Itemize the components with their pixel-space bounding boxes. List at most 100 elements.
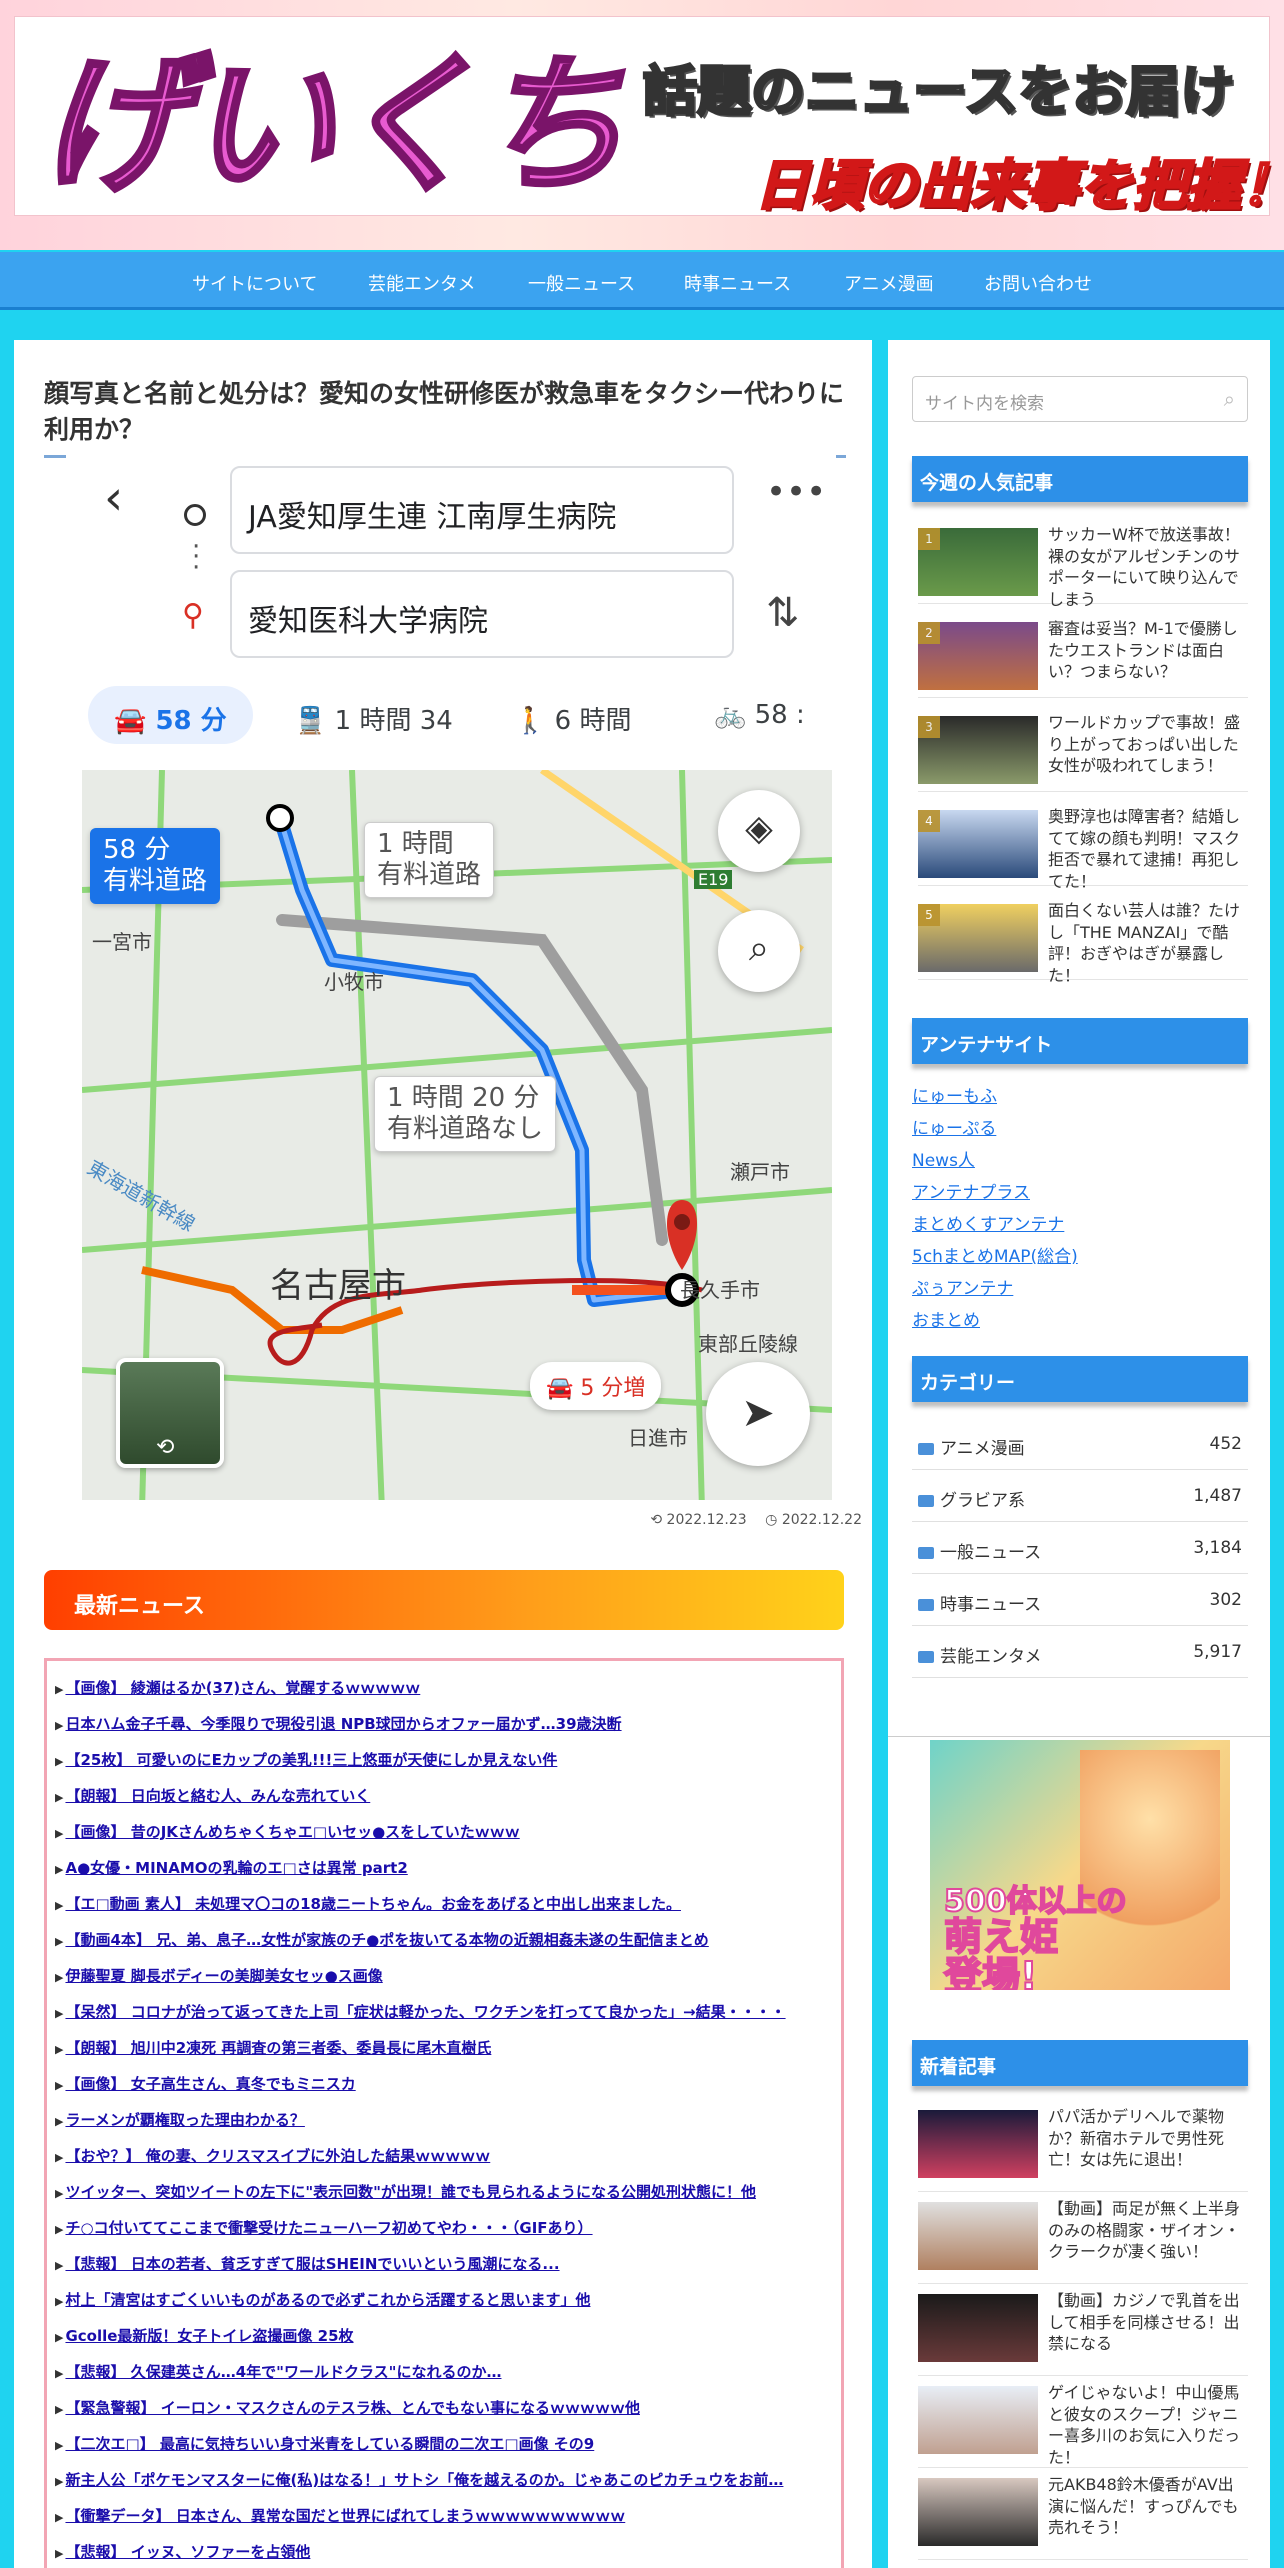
published-date: ◷ 2022.12.22 [765, 1512, 862, 1528]
new-post-thumbnail[interactable] [918, 2202, 1038, 2270]
new-post-thumbnail[interactable] [918, 2386, 1038, 2454]
article-map-screenshot: ‹ · · · ⚲ JA愛知厚生連 江南厚生病院 愛知医科大学病院 ••• ⇅ 🚘 … [66, 450, 836, 1500]
latest-news-item[interactable]: 伊藤聖夏 脚長ボディーの美脚美女セッ●ス画像 [55, 1959, 833, 1995]
map-label-nagakute: 長久手市 [680, 1278, 760, 1302]
antenna-link[interactable]: おまとめ [912, 1306, 980, 1331]
nav-anime-manga[interactable]: アニメ漫画 [844, 270, 934, 296]
latest-news-item[interactable]: 【動画4本】 兄、弟、息子…女性が家族のチ●ポを抜いてる本物の近親相姦未遂の生配… [55, 1923, 833, 1959]
latest-news-list: 【画像】 綾瀬はるか(37)さん、覚醒するｗｗｗｗｗ日本ハム金子千尋、今季限りで… [44, 1658, 844, 2568]
popular-heading: 今週の人気記事 [912, 456, 1248, 502]
antenna-link[interactable]: アンテナプラス [912, 1178, 1030, 1203]
rank-badge: 1 [918, 528, 940, 550]
new-post-thumbnail[interactable] [918, 2294, 1038, 2362]
popular-title[interactable]: サッカーW杯で放送事故！裸の女がアルゼンチンのサポーターにいて映り込んでしまう [1048, 524, 1248, 610]
new-post-title[interactable]: ゲイじゃないよ！中山優馬と彼女のスクープ！ジャニー喜多川のお気に入りだった！ [1048, 2382, 1248, 2468]
latest-news-item[interactable]: ツイッター、突如ツイートの左下に"表示回数"が出現！誰でも見られるようになる公開… [55, 2175, 833, 2211]
popular-item[interactable]: 2 審査は妥当？M-1で優勝したウエストランドは面白い？つまらない？ [918, 616, 1248, 698]
map-label-nagoya: 名古屋市 [270, 1266, 406, 1306]
popular-item[interactable]: 3 ワールドカップで事故！盛り上がっておっぱい出した女性が吸われてしまう！ [918, 710, 1248, 792]
map-label-tobu-line: 東部丘陵線 [698, 1332, 798, 1356]
map-label-e19: E19 [694, 870, 733, 889]
antenna-link[interactable]: まとめくすアンテナ [912, 1210, 1064, 1235]
category-item[interactable]: 時事ニュース 302 [912, 1574, 1248, 1626]
antenna-link[interactable]: にゅーもふ [912, 1082, 997, 1107]
map-label-nisshin: 日進市 [628, 1426, 688, 1450]
popular-item[interactable]: 5 面白くない芸人は誰？たけし「THE MANZAI」で酷評！おぎやはぎが暴露した… [918, 898, 1248, 985]
category-item[interactable]: 一般ニュース 3,184 [912, 1522, 1248, 1574]
delay-chip: 🚘 5 分増 [530, 1362, 662, 1410]
route-bubble-alt1: 1 時間 有料道路 [364, 822, 495, 899]
new-post-thumbnail[interactable] [918, 2478, 1038, 2546]
latest-news-item[interactable]: 新主人公「ポケモンマスターに俺(私)はなる！」サトシ「俺を越えるのか。じゃあこの… [55, 2463, 833, 2499]
latest-news-item[interactable]: 【悲報】 日本の若者、貧乏すぎて服はSHEINでいいという風潮になる... [55, 2247, 833, 2283]
latest-news-item[interactable]: ラーメンが覇権取った理由わかる？ [55, 2103, 833, 2139]
latest-news-item[interactable]: 日本ハム金子千尋、今季限りで現役引退 NPB球団からオファー届かず…39歳決断 [55, 1707, 833, 1743]
article-title: 顔写真と名前と処分は？愛知の女性研修医が救急車をタクシー代わりに利用か？ [44, 376, 846, 458]
latest-news-item[interactable]: 【25枚】 可愛いのにEカップの美乳!!!三上悠亜が天使にしか見えない件 [55, 1743, 833, 1779]
new-post-item[interactable]: 【動画】カジノで乳首を出して相手を同様させる！出禁になる [918, 2288, 1248, 2376]
ad-banner[interactable]: 500体以上の 萌え姫 登場! [930, 1740, 1230, 1990]
new-post-title[interactable]: 【動画】両足が無く上半身のみの格闘家・ザイオン・クラークが凄く強い！ [1048, 2198, 1248, 2263]
popular-title[interactable]: 奥野淳也は障害者？結婚してて嫁の顔も判明！マスク拒否で暴れて逮捕！再犯してた！ [1048, 806, 1248, 892]
latest-news-item[interactable]: 【朗報】 日向坂と絡む人、みんな売れていく [55, 1779, 833, 1815]
popular-title[interactable]: 面白くない芸人は誰？たけし「THE MANZAI」で酷評！おぎやはぎが暴露した！ [1048, 900, 1248, 986]
origin-field: JA愛知厚生連 江南厚生病院 [230, 466, 734, 554]
popular-title[interactable]: 審査は妥当？M-1で優勝したウエストランドは面白い？つまらない？ [1048, 618, 1248, 683]
category-name[interactable]: 芸能エンタメ [940, 1647, 1042, 1667]
category-item[interactable]: 芸能エンタメ 5,917 [912, 1626, 1248, 1678]
antenna-link[interactable]: ぷぅアンテナ [912, 1274, 1013, 1299]
category-item[interactable]: グラビア系 1,487 [912, 1470, 1248, 1522]
latest-news-item[interactable]: チ○コ付いててここまで衝撃受けたニューハーフ初めてやわ・・・（GIFあり） [55, 2211, 833, 2247]
popular-title[interactable]: ワールドカップで事故！盛り上がっておっぱい出した女性が吸われてしまう！ [1048, 712, 1248, 777]
new-post-item[interactable]: 【動画】両足が無く上半身のみの格闘家・ザイオン・クラークが凄く強い！ [918, 2196, 1248, 2284]
popular-item[interactable]: 1 サッカーW杯で放送事故！裸の女がアルゼンチンのサポーターにいて映り込んでしまう [918, 522, 1248, 609]
tagline-primary: 話題のニュースをお届け [641, 59, 1235, 125]
rank-badge: 3 [918, 716, 940, 738]
latest-news-item[interactable]: 【画像】 綾瀬はるか(37)さん、覚醒するｗｗｗｗｗ [55, 1671, 833, 1707]
antenna-link[interactable]: 5chまとめMAP(総合) [912, 1242, 1078, 1267]
latest-news-item[interactable]: 【呆然】 コロナが治って返ってきた上司「症状は軽かった、ワクチンを打ってて良かっ… [55, 1995, 833, 2031]
latest-news-item[interactable]: 【エ□動画 素人】 未処理マ〇コの18歳ニートちゃん。お金をあげると中出し出来ま… [55, 1887, 833, 1923]
tagline-secondary: 日頃の出来事を把握！ [754, 153, 1284, 219]
latest-news-item[interactable]: 【悲報】 イッヌ、ソファーを占領他 [55, 2535, 833, 2568]
nav-about[interactable]: サイトについて [192, 270, 317, 296]
global-nav: サイトについて 芸能エンタメ 一般ニュース 時事ニュース アニメ漫画 お問い合わ… [0, 252, 1284, 310]
mode-walk: 🚶 6 時間 [514, 706, 632, 736]
nav-current-news[interactable]: 時事ニュース [684, 270, 791, 296]
latest-news-item[interactable]: 【二次エ□】 最高に気持ちいい身寸米青をしている瞬間の二次エ□画像 その9 [55, 2427, 833, 2463]
antenna-link[interactable]: News人 [912, 1146, 975, 1171]
latest-news-item[interactable]: 【朗報】 旭川中2凍死 再調査の第三者委、委員長に尾木直樹氏 [55, 2031, 833, 2067]
latest-news-item[interactable]: A●女優・MINAMOの乳輪のエ□さは異常 part2 [55, 1851, 833, 1887]
header-banner[interactable]: げいくち 話題のニュースをお届け 日頃の出来事を把握！ [14, 16, 1284, 219]
category-count: 5,917 [1193, 1642, 1242, 1662]
latest-news-item[interactable]: 【衝撃データ】 日本さん、異常な国だと世界にばれてしまうｗｗｗｗｗｗｗｗｗｗ [55, 2499, 833, 2535]
new-post-title[interactable]: パパ活かデリヘルで薬物か？新宿ホテルで男性死亡！女は先に退出！ [1048, 2106, 1248, 2171]
category-name[interactable]: グラビア系 [940, 1491, 1025, 1511]
latest-news-item[interactable]: 【画像】 昔のJKさんめちゃくちゃエ□いセッ●スをしていたｗｗｗ [55, 1815, 833, 1851]
new-post-item[interactable]: ゲイじゃないよ！中山優馬と彼女のスクープ！ジャニー喜多川のお気に入りだった！ [918, 2380, 1248, 2468]
nav-general-news[interactable]: 一般ニュース [528, 270, 635, 296]
latest-news-item[interactable]: Gcolle最新版！女子トイレ盗撮画像 25枚 [55, 2319, 833, 2355]
category-name[interactable]: 一般ニュース [940, 1543, 1041, 1563]
category-name[interactable]: アニメ漫画 [940, 1439, 1025, 1459]
nav-entertainment[interactable]: 芸能エンタメ [368, 270, 475, 296]
latest-news-item[interactable]: 【画像】 女子高生さん、真冬でもミニスカ [55, 2067, 833, 2103]
popular-item[interactable]: 4 奥野淳也は障害者？結婚してて嫁の顔も判明！マスク拒否で暴れて逮捕！再犯してた！ [918, 804, 1248, 891]
category-item[interactable]: アニメ漫画 452 [912, 1418, 1248, 1470]
latest-news-item[interactable]: 【悲報】 久保建英さん…4年で"ワールドクラス"になれるのか… [55, 2355, 833, 2391]
search-icon[interactable]: ⌕ [1224, 387, 1235, 411]
new-post-title[interactable]: 【動画】カジノで乳首を出して相手を同様させる！出禁になる [1048, 2290, 1248, 2355]
latest-news-item[interactable]: 村上「清宮はすごくいいものがあるので必ずこれから活躍すると思います」他 [55, 2283, 833, 2319]
new-post-title[interactable]: 元AKB48鈴木優香がAV出演に悩んだ！すっぴんでも売れそう！ [1048, 2474, 1248, 2539]
antenna-link[interactable]: にゅーぷる [912, 1114, 996, 1139]
new-post-item[interactable]: 元AKB48鈴木優香がAV出演に悩んだ！すっぴんでも売れそう！ [918, 2472, 1248, 2560]
new-post-item[interactable]: パパ活かデリヘルで薬物か？新宿ホテルで男性死亡！女は先に退出！ [918, 2104, 1248, 2192]
latest-news-item[interactable]: 【緊急警報】 イーロン・マスクさんのテスラ株、とんでもない事になるｗｗｗｗｗ他 [55, 2391, 833, 2427]
site-logo[interactable]: げいくち [37, 49, 629, 203]
nav-contact[interactable]: お問い合わせ [984, 270, 1092, 296]
latest-news-item[interactable]: 【おや？】 俺の妻、クリスマスイブに外泊した結果ｗｗｗｗｗ [55, 2139, 833, 2175]
category-name[interactable]: 時事ニュース [940, 1595, 1041, 1615]
new-post-thumbnail[interactable] [918, 2110, 1038, 2178]
search-input[interactable]: サイト内を検索 ⌕ [912, 376, 1248, 422]
travel-mode-row: 🚘 58 分 🚆 1 時間 34 🚶 6 時間 🚲 58 : [78, 686, 836, 746]
